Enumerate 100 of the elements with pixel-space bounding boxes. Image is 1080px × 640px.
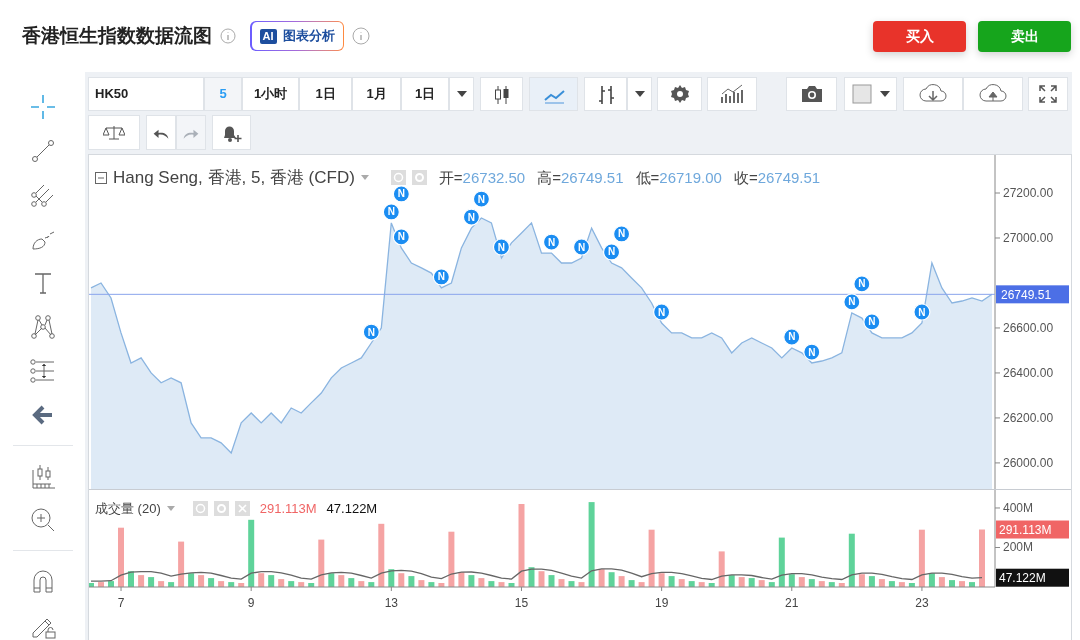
fullscreen-icon[interactable] (1038, 84, 1058, 104)
volume-bar (838, 583, 845, 587)
volume-bar (938, 577, 945, 587)
volume-bar (698, 582, 705, 587)
news-marker[interactable]: N (653, 303, 671, 321)
volume-bar (648, 529, 655, 587)
volume-bar (258, 573, 265, 587)
sell-button[interactable]: 卖出 (978, 20, 1071, 52)
news-marker[interactable]: N (392, 228, 410, 246)
indicators-icon[interactable] (720, 84, 744, 104)
volume-bar (568, 581, 575, 587)
interval-button[interactable]: 5 (204, 77, 242, 111)
date-label: 13 (384, 596, 398, 610)
scales-icon[interactable] (103, 124, 125, 141)
volume-bar (128, 571, 134, 587)
volume-bar (878, 579, 885, 587)
volume-bar (198, 575, 205, 587)
volume-bar (278, 579, 285, 587)
volume-bar (298, 582, 305, 587)
volume-bar (308, 583, 315, 587)
date-label: 23 (915, 596, 929, 610)
interval-button[interactable]: 1月 (352, 77, 401, 111)
news-marker[interactable]: N (783, 328, 801, 346)
buy-button[interactable]: 买入 (873, 20, 966, 52)
cloud-download-icon[interactable] (918, 83, 948, 105)
news-marker[interactable]: N (572, 238, 591, 256)
caret-icon[interactable] (634, 91, 645, 97)
interval-button[interactable]: 1日 (401, 77, 449, 111)
volume-bar (969, 582, 975, 587)
caret-icon[interactable] (456, 91, 467, 97)
volume-bar (118, 527, 124, 587)
ohlc-value: 26732.50 (462, 167, 526, 188)
news-marker[interactable]: N (613, 225, 631, 243)
cloud-upload-icon[interactable] (978, 83, 1008, 105)
axis-label: 26600.00 (1003, 320, 1054, 335)
volume-bar (318, 539, 325, 587)
volume-bar (508, 583, 515, 587)
news-marker[interactable]: N (913, 303, 931, 321)
volume-value: 47.122M (326, 500, 378, 518)
ohlc-label: 收= (733, 167, 758, 188)
volume-bar (688, 581, 695, 587)
volume-bar (658, 573, 665, 587)
volume-bar (338, 575, 345, 587)
news-marker[interactable]: N (462, 208, 481, 226)
volume-bar (248, 519, 255, 587)
volume-bar (138, 575, 145, 587)
news-marker[interactable]: N (853, 275, 871, 293)
color-swatch-icon[interactable] (851, 84, 872, 104)
volume-bar (488, 581, 495, 587)
zoom-in-icon[interactable] (28, 506, 57, 534)
date-label: 19 (654, 596, 669, 610)
interval-button[interactable]: 1小时 (242, 77, 299, 111)
volume-bar (288, 581, 295, 587)
news-marker[interactable]: N (362, 323, 380, 341)
volume-bar (468, 575, 475, 587)
pattern-icon[interactable] (28, 313, 57, 341)
volume-bar (388, 569, 395, 587)
news-marker[interactable]: N (542, 233, 561, 251)
news-marker[interactable]: N (492, 238, 511, 256)
volume-bar (598, 569, 605, 587)
volume-bar (238, 583, 245, 587)
camera-icon[interactable] (799, 84, 824, 104)
axis-label: 26400.00 (1003, 365, 1054, 380)
volume-bar (458, 572, 465, 587)
volume-bar (348, 578, 355, 587)
interval-button[interactable]: 1日 (299, 77, 352, 111)
news-marker[interactable]: N (472, 190, 491, 208)
news-marker[interactable]: N (803, 343, 821, 361)
volume-bar (928, 573, 935, 587)
volume-bar (378, 523, 385, 587)
collapse-icon[interactable] (95, 171, 107, 184)
ohlc-value: 26719.00 (659, 167, 722, 188)
news-marker[interactable]: N (392, 185, 410, 203)
measure-icon[interactable] (28, 357, 57, 385)
ohlc-label: 低= (635, 167, 660, 188)
volume-bar (418, 580, 425, 587)
news-marker[interactable]: N (603, 243, 621, 261)
axis-label: 400M (1003, 501, 1034, 515)
volume-bar (398, 573, 405, 587)
volume-bar (148, 577, 155, 587)
volume-bar (158, 581, 165, 587)
volume-bar (188, 573, 195, 587)
axis-label: 26000.00 (1003, 455, 1054, 470)
news-marker[interactable]: N (432, 268, 450, 286)
volume-bar (578, 582, 585, 587)
volume-bar (708, 583, 715, 587)
volume-bar (528, 567, 535, 587)
date-label: 9 (247, 596, 255, 610)
crosshair-icon[interactable] (28, 93, 57, 121)
settings-icon[interactable] (669, 84, 690, 104)
news-marker[interactable]: N (382, 203, 400, 221)
info-icon[interactable] (352, 27, 370, 45)
volume-bar (448, 531, 455, 587)
volume-bar (428, 582, 435, 587)
ai-analysis-button[interactable]: AI 图表分析 (250, 20, 344, 52)
news-marker[interactable]: N (863, 313, 881, 331)
symbol-field[interactable]: HK50 (88, 77, 204, 111)
news-marker[interactable]: N (843, 293, 861, 311)
volume-bar (918, 529, 925, 587)
caret-icon[interactable] (879, 91, 890, 97)
